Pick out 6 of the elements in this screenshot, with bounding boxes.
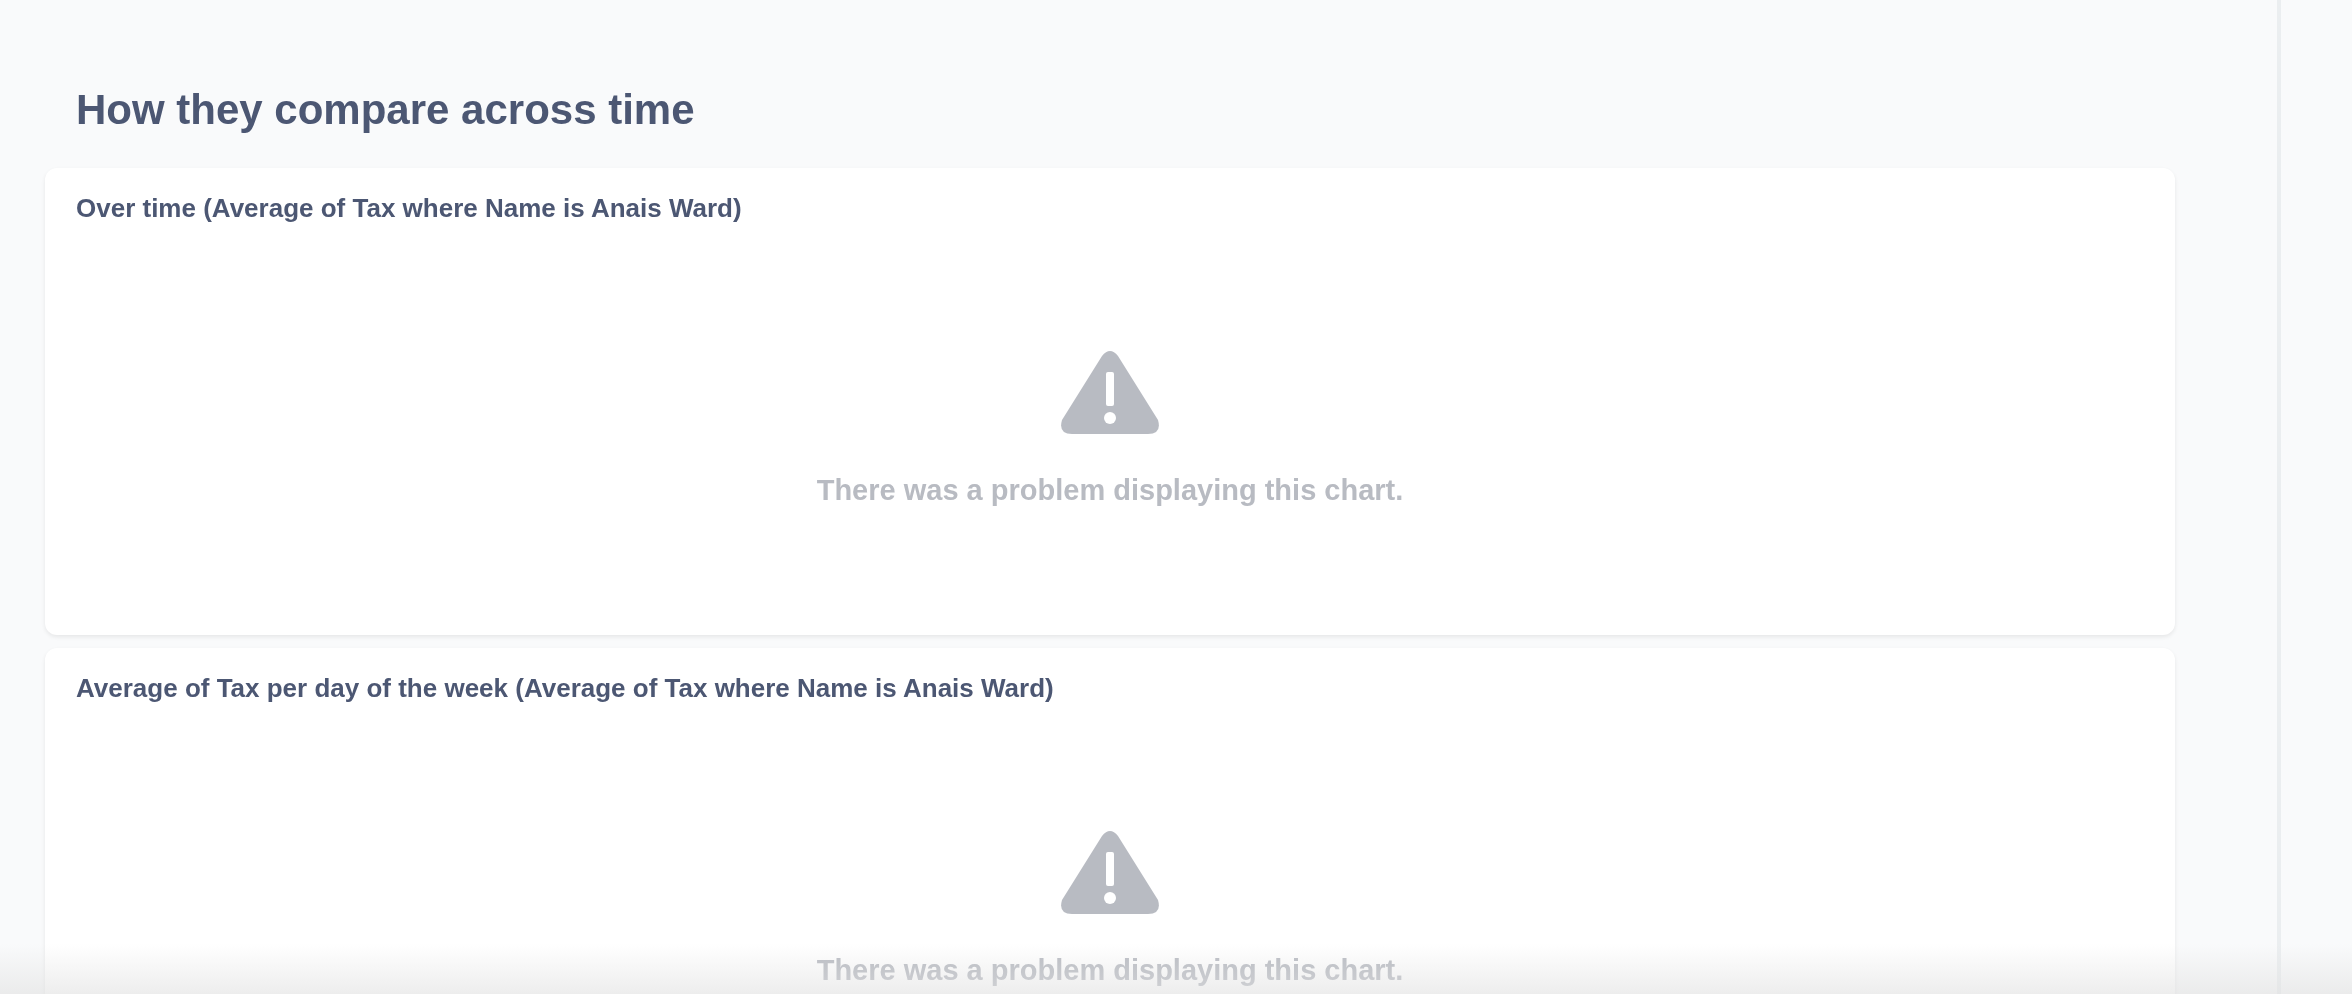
chart-title[interactable]: Over time (Average of Tax where Name is Anais Ward) — [76, 188, 742, 228]
warning-icon — [1060, 350, 1160, 434]
error-message: There was a problem displaying this chart. — [816, 474, 1404, 507]
warning-icon — [1060, 830, 1160, 914]
section-title: How they compare across time — [76, 85, 696, 135]
chart-title[interactable]: Average of Tax per day of the week (Average of Tax where Name is Anais Ward) — [76, 668, 1054, 708]
